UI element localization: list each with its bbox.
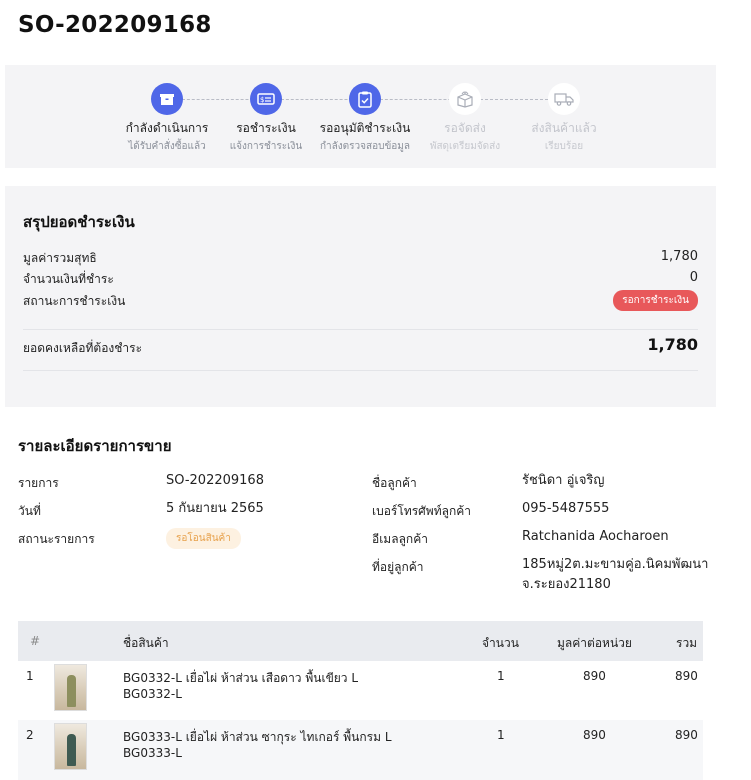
row-unit-price: 890 <box>583 669 606 683</box>
product-thumbnail[interactable] <box>54 664 87 711</box>
row-unit-price: 890 <box>583 728 606 742</box>
customer-address-line1: 185หมู่2ต.มะขามคู่อ.นิคมพัฒนา <box>522 557 709 572</box>
payment-summary-panel: สรุปยอดชำระเงิน มูลค่ารวมสุทธิ 1,780 จำน… <box>5 186 716 407</box>
header-product-name: ชื่อสินค้า <box>123 636 169 650</box>
step-payment-approval: รออนุมัติชำระเงิน กำลังตรวจสอบข้อมูล <box>310 83 420 154</box>
package-icon <box>449 83 481 115</box>
row-product-name: BG0332-L เยื่อไผ่ ห้าส่วน เสือดาว พื้นเข… <box>123 671 359 685</box>
customer-name-label: ชื่อลูกค้า <box>372 476 417 490</box>
customer-email-label: อีเมลลูกค้า <box>372 532 428 546</box>
step-subtitle: แจ้งการชำระเงิน <box>229 141 303 152</box>
payment-summary-title: สรุปยอดชำระเงิน <box>23 213 135 231</box>
order-status-badge: รอโอนสินค้า <box>166 528 241 549</box>
truck-icon <box>548 83 580 115</box>
step-shipped: ส่งสินค้าแล้ว เรียบร้อย <box>509 83 619 154</box>
item-value: SO-202209168 <box>166 473 264 488</box>
row-product-sku: BG0333-L <box>123 746 182 760</box>
step-subtitle: กำลังตรวจสอบข้อมูล <box>319 141 411 152</box>
row-total: 890 <box>675 728 698 742</box>
row-index: 1 <box>26 669 34 683</box>
payment-card-icon: $ <box>250 83 282 115</box>
paid-amount-value: 0 <box>689 270 698 285</box>
step-subtitle: พัสดุเตรียมจัดส่ง <box>429 141 501 152</box>
step-subtitle: ได้รับคำสั่งซื้อแล้ว <box>128 141 206 152</box>
table-header: # ชื่อสินค้า จำนวน มูลค่าต่อหน่วย รวม <box>18 621 703 661</box>
table-row[interactable]: 1 BG0332-L เยื่อไผ่ ห้าส่วน เสือดาว พื้น… <box>18 661 703 720</box>
divider <box>23 329 698 330</box>
payment-status-badge: รอการชำระเงิน <box>613 290 698 311</box>
paid-amount-label: จำนวนเงินที่ชำระ <box>23 272 114 286</box>
step-awaiting-shipment: รอจัดส่ง พัสดุเตรียมจัดส่ง <box>410 83 520 154</box>
step-title: ส่งสินค้าแล้ว <box>531 121 597 135</box>
row-product-name: BG0333-L เยื่อไผ่ ห้าส่วน ซากุระ ไทเกอร์… <box>123 730 392 744</box>
table-row[interactable]: 2 BG0333-L เยื่อไผ่ ห้าส่วน ซากุระ ไทเกอ… <box>18 720 703 780</box>
product-thumbnail[interactable] <box>54 723 87 770</box>
step-title: รออนุมัติชำระเงิน <box>319 121 411 135</box>
customer-phone-label: เบอร์โทรศัพท์ลูกค้า <box>372 504 471 518</box>
date-value: 5 กันยายน 2565 <box>166 501 264 516</box>
step-subtitle: เรียบร้อย <box>544 141 584 152</box>
net-total-value: 1,780 <box>660 249 698 264</box>
page-title: SO-202209168 <box>18 12 212 38</box>
svg-text:$: $ <box>260 96 264 104</box>
customer-address-label: ที่อยู่ลูกค้า <box>372 560 424 574</box>
header-total: รวม <box>676 636 698 650</box>
customer-name-value: รัชนิดา อู่เจริญ <box>522 473 605 488</box>
customer-address-line2: จ.ระยอง21180 <box>522 577 611 592</box>
row-product-sku: BG0332-L <box>123 687 182 701</box>
balance-label: ยอดคงเหลือที่ต้องชำระ <box>23 341 143 355</box>
sales-detail-title: รายละเอียดรายการขาย <box>18 437 172 455</box>
divider <box>23 370 698 371</box>
clipboard-check-icon <box>349 83 381 115</box>
date-label: วันที่ <box>18 504 41 518</box>
header-quantity: จำนวน <box>482 636 519 650</box>
net-total-label: มูลค่ารวมสุทธิ <box>23 251 97 265</box>
order-status-label: สถานะรายการ <box>18 532 95 546</box>
header-index: # <box>30 634 41 648</box>
step-title: รอจัดส่ง <box>444 121 486 135</box>
step-title: กำลังดำเนินการ <box>125 121 209 135</box>
balance-value: 1,780 <box>647 335 698 354</box>
item-label: รายการ <box>18 476 59 490</box>
customer-phone-value: 095-5487555 <box>522 501 610 516</box>
step-title: รอชำระเงิน <box>236 121 296 135</box>
step-processing: กำลังดำเนินการ ได้รับคำสั่งซื้อแล้ว <box>112 83 222 154</box>
customer-email-value: Ratchanida Aocharoen <box>522 529 669 544</box>
row-total: 890 <box>675 669 698 683</box>
header-unit-price: มูลค่าต่อหน่วย <box>557 636 632 650</box>
row-quantity: 1 <box>497 669 505 683</box>
payment-status-label: สถานะการชำระเงิน <box>23 294 126 308</box>
step-awaiting-payment: $ รอชำระเงิน แจ้งการชำระเงิน <box>211 83 321 154</box>
box-icon <box>151 83 183 115</box>
order-progress-panel: กำลังดำเนินการ ได้รับคำสั่งซื้อแล้ว $ รอ… <box>5 65 716 168</box>
row-quantity: 1 <box>497 728 505 742</box>
row-index: 2 <box>26 728 34 742</box>
